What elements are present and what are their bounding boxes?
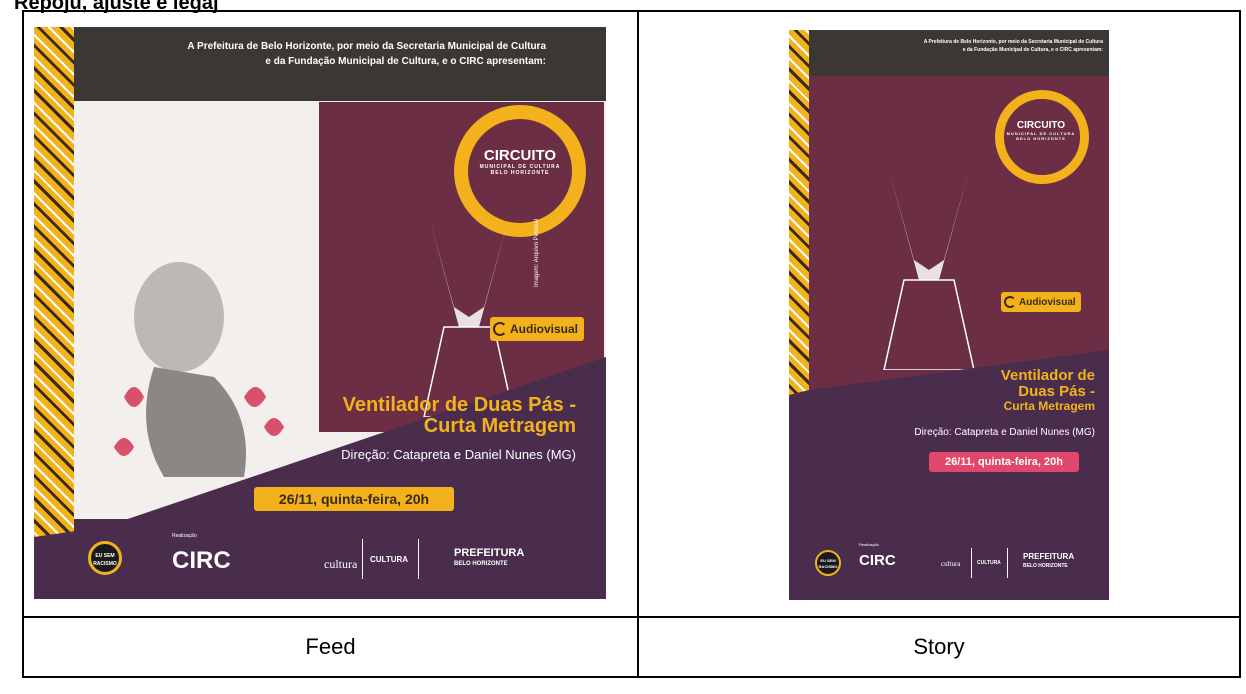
feed-circuito-sub2: BELO HORIZONTE — [490, 170, 550, 176]
story-date: 26/11, quinta-feira, 20h — [929, 452, 1079, 472]
feed-date: 26/11, quinta-feira, 20h — [254, 487, 454, 511]
story-prefeitura-logo: PREFEITURA — [1023, 552, 1075, 561]
story-divider-1 — [971, 548, 972, 578]
story-intro-line1: A Prefeitura de Belo Horizonte, por meio… — [923, 39, 1103, 45]
feed-realizacao: Realização — [172, 533, 197, 539]
feed-footer: EU SEM RACISMO Realização CIRC cultura C… — [74, 519, 606, 599]
story-realizacao: Realização — [859, 542, 879, 547]
story-direction: Direção: Catapreta e Daniel Nunes (MG) — [914, 427, 1095, 438]
story-circuito-sub2: BELO HORIZONTE — [1016, 136, 1066, 141]
story-badge: EU SEM RACISMO — [815, 550, 841, 576]
feed-prefeitura-logo: PREFEITURA — [454, 547, 525, 559]
feed-prefeitura-sub: BELO HORIZONTE — [454, 561, 508, 567]
feed-divider-2 — [418, 539, 419, 579]
feed-cultura-logo: CULTURA — [370, 555, 409, 564]
story-title-line2: Duas Pás - — [1018, 382, 1095, 400]
poster-comparison-table: A Prefeitura de Belo Horizonte, por meio… — [22, 10, 1241, 678]
story-footer: EU SEM RACISMO Realização CIRC cultura C… — [809, 530, 1109, 600]
feed-image-credit: Imagem: Arquivo Pessoal — [534, 218, 540, 287]
story-prefeitura-sub: BELO HORIZONTE — [1023, 563, 1068, 569]
story-cultura-logo: CULTURA — [977, 560, 1001, 566]
feed-title-line1: Ventilador de Duas Pás - — [342, 394, 576, 416]
feed-badge: EU SEM RACISMO — [88, 541, 122, 575]
story-title-line1: Ventilador de — [1000, 367, 1095, 384]
story-poster: A Prefeitura de Belo Horizonte, por meio… — [789, 30, 1109, 600]
story-circ-logo: CIRC — [859, 552, 896, 569]
story-circuito-logo: CIRCUITO MUNICIPAL DE CULTURA BELO HORIZ… — [1005, 120, 1077, 141]
feed-circuito-title: CIRCUITO — [483, 147, 557, 164]
story-fundacao-logo: cultura — [941, 560, 961, 568]
feed-intro-line1: A Prefeitura de Belo Horizonte, por meio… — [187, 41, 546, 52]
feed-intro-band: A Prefeitura de Belo Horizonte, por meio… — [74, 27, 606, 101]
caption-story: Story — [637, 616, 1241, 678]
feed-category-label: Audiovisual — [510, 322, 579, 336]
story-category-tag: Audiovisual — [1001, 292, 1081, 312]
story-film-title: Ventilador de Duas Pás - Curta Metragem — [1001, 368, 1095, 412]
story-cell: A Prefeitura de Belo Horizonte, por meio… — [637, 10, 1241, 618]
caption-feed: Feed — [22, 616, 639, 678]
story-circuito-title: CIRCUITO — [1016, 120, 1066, 131]
feed-title-line2: Curta Metragem — [423, 415, 576, 437]
audiovisual-icon — [1004, 296, 1016, 308]
feed-divider-1 — [362, 539, 363, 579]
feed-circ-logo: CIRC — [172, 547, 231, 574]
feed-circuito-logo: CIRCUITO MUNICIPAL DE CULTURA BELO HORIZ… — [478, 147, 562, 176]
feed-poster: A Prefeitura de Belo Horizonte, por meio… — [34, 27, 606, 599]
audiovisual-icon — [493, 322, 507, 336]
feed-direction: Direção: Catapreta e Daniel Nunes (MG) — [341, 447, 576, 462]
story-category-label: Audiovisual — [1019, 296, 1076, 308]
story-title-line3: Curta Metragem — [1003, 398, 1095, 413]
feed-category-tag: Audiovisual — [490, 317, 585, 341]
story-divider-2 — [1007, 548, 1008, 578]
feed-cell: A Prefeitura de Belo Horizonte, por meio… — [22, 10, 639, 618]
feed-film-title: Ventilador de Duas Pás - Curta Metragem — [343, 395, 576, 437]
feed-fundacao-logo: cultura — [324, 557, 358, 571]
story-intro-line2: e da Fundação Municipal de Cultura, e o … — [962, 47, 1103, 53]
feed-intro-line2: e da Fundação Municipal de Cultura, e o … — [265, 56, 546, 67]
